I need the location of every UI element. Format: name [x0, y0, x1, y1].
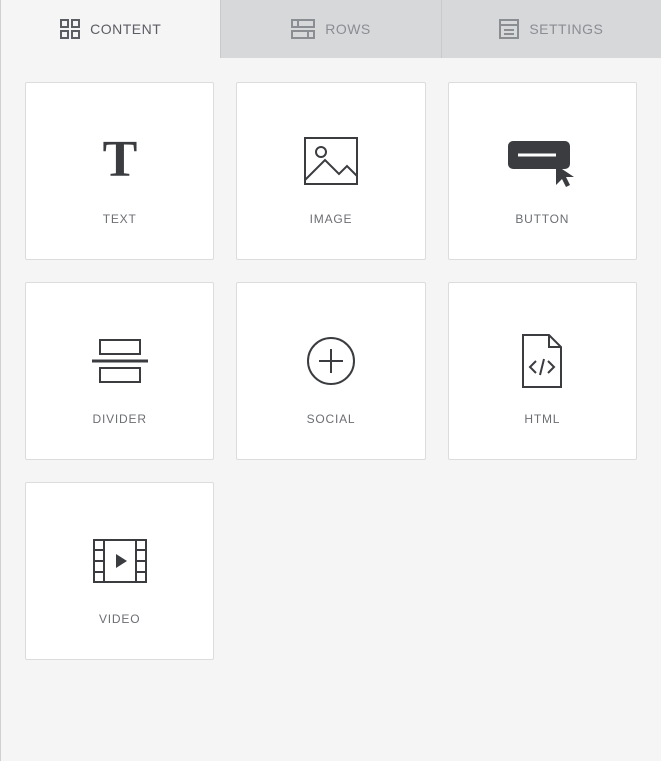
settings-panel-icon [499, 19, 519, 39]
tile-video[interactable]: VIDEO [25, 482, 214, 660]
tile-text[interactable]: T TEXT [25, 82, 214, 260]
tile-social[interactable]: SOCIAL [236, 282, 425, 460]
plus-circle-icon [305, 316, 357, 406]
html-icon [519, 316, 565, 406]
image-icon [303, 116, 359, 206]
tile-text-label: TEXT [103, 212, 137, 226]
tile-html[interactable]: HTML [448, 282, 637, 460]
divider-icon [92, 316, 148, 406]
tile-social-label: SOCIAL [307, 412, 356, 426]
tile-image-label: IMAGE [310, 212, 353, 226]
rows-icon [291, 19, 315, 39]
tab-rows[interactable]: ROWS [221, 0, 441, 58]
svg-text:T: T [102, 134, 137, 188]
tabs: CONTENT ROWS SETTINGS [1, 0, 661, 58]
grid-icon [60, 19, 80, 39]
tab-settings[interactable]: SETTINGS [442, 0, 661, 58]
tile-divider[interactable]: DIVIDER [25, 282, 214, 460]
tab-content[interactable]: CONTENT [1, 0, 221, 58]
tile-button[interactable]: BUTTON [448, 82, 637, 260]
text-icon: T [93, 116, 147, 206]
tile-html-label: HTML [524, 412, 560, 426]
tile-divider-label: DIVIDER [93, 412, 147, 426]
video-icon [92, 516, 148, 606]
tab-rows-label: ROWS [325, 21, 371, 37]
tiles-grid: T TEXT IMAGE B [25, 82, 637, 660]
tile-image[interactable]: IMAGE [236, 82, 425, 260]
content-panel: T TEXT IMAGE B [1, 58, 661, 684]
tile-button-label: BUTTON [515, 212, 569, 226]
tile-video-label: VIDEO [99, 612, 140, 626]
tab-settings-label: SETTINGS [529, 21, 603, 37]
tab-content-label: CONTENT [90, 21, 161, 37]
button-icon [506, 116, 578, 206]
